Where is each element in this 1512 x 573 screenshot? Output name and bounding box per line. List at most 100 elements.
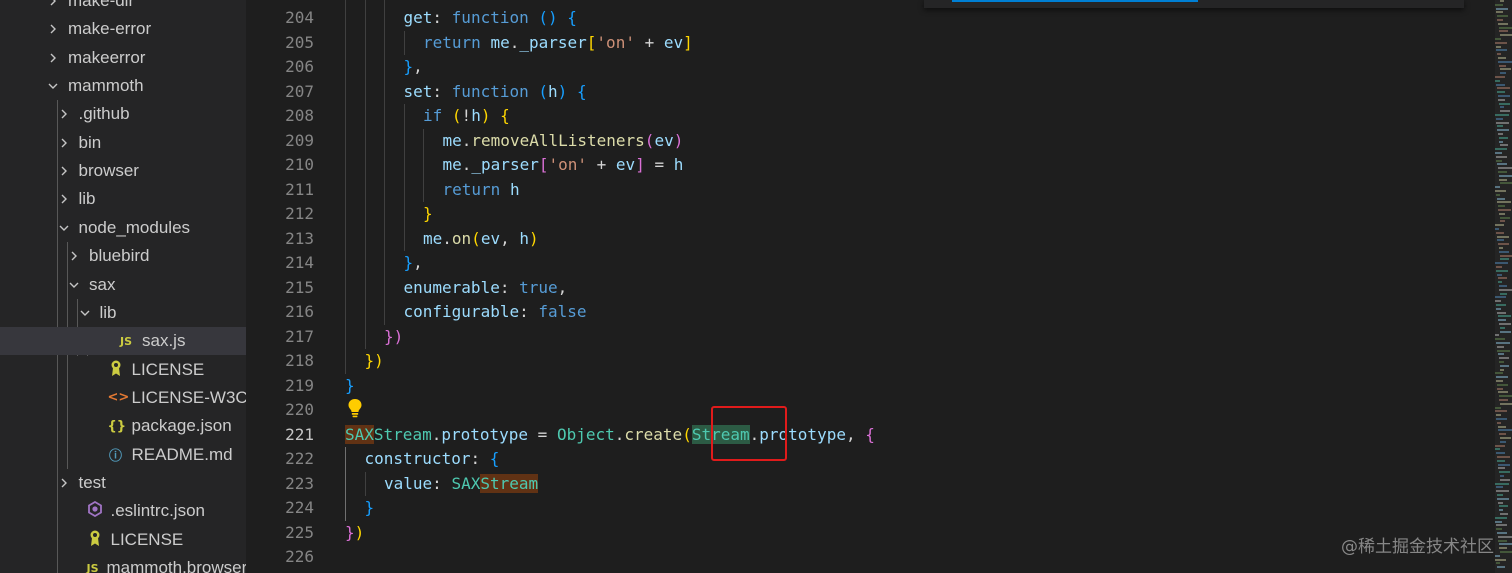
tree-folder-item[interactable]: browser — [0, 157, 246, 185]
chevron-right-icon[interactable] — [48, 0, 58, 6]
code-token: false — [538, 302, 587, 321]
code-token: 'on' — [596, 32, 635, 52]
code-line[interactable]: } — [365, 496, 375, 521]
code-token: [ — [586, 32, 597, 52]
code-token: ) — [673, 130, 684, 150]
chevron-right-icon[interactable] — [69, 251, 79, 261]
chevron-right-icon[interactable] — [59, 166, 69, 176]
line-number: 209 — [285, 130, 314, 150]
tree-folder-item[interactable]: bluebird — [0, 242, 246, 270]
tree-folder-item[interactable]: makeerror — [0, 44, 246, 72]
code-token: h — [673, 155, 684, 174]
code-line[interactable]: enumerable: true, — [404, 276, 568, 301]
tree-item-label: node_modules — [78, 217, 191, 237]
tree-file-item[interactable]: LICENSE — [0, 526, 246, 554]
code-line[interactable]: return me._parser['on' + ev] — [423, 31, 693, 56]
code-token: set — [403, 81, 433, 101]
tree-folder-item[interactable]: .github — [0, 100, 246, 128]
tree-file-item[interactable]: ⓘ README.md — [0, 441, 246, 469]
chevron-down-icon[interactable] — [69, 280, 79, 290]
tree-file-item[interactable]: LICENSE — [0, 356, 246, 384]
lightbulb-icon[interactable] — [347, 398, 363, 418]
tree-item-label: sax — [89, 274, 116, 294]
line-number: 219 — [285, 375, 314, 395]
code-token: : — [499, 277, 520, 297]
code-token: . — [509, 32, 520, 52]
code-token: () — [538, 8, 558, 27]
code-line[interactable]: } — [423, 202, 433, 227]
code-line[interactable]: SAXStream.prototype = Object.create(Stre… — [345, 423, 875, 448]
code-editor[interactable]: get: function () {return me._parser['on'… — [345, 0, 1475, 573]
chevron-down-icon[interactable] — [80, 308, 90, 318]
vertical-scrollbar[interactable] — [1495, 0, 1512, 573]
code-token: ev — [663, 32, 684, 52]
code-token: } — [403, 57, 414, 76]
code-line[interactable]: }) — [345, 521, 364, 546]
tree-folder-item[interactable]: make-dir — [0, 0, 246, 15]
code-token: : — [470, 449, 490, 468]
line-number: 213 — [285, 228, 314, 248]
code-line[interactable]: me.on(ev, h) — [423, 227, 539, 252]
indent-guide — [345, 0, 346, 6]
code-token: configurable — [403, 302, 520, 321]
file-explorer: make-dir make-error makeerror mammoth .githu… — [0, 0, 246, 573]
tree-folder-item[interactable]: lib — [0, 185, 246, 213]
code-line[interactable]: configurable: false — [404, 300, 587, 325]
chevron-right-icon[interactable] — [48, 53, 58, 63]
code-line[interactable]: get: function () { — [404, 6, 577, 31]
code-token: , — [413, 57, 423, 76]
chevron-right-icon[interactable] — [48, 24, 58, 34]
code-line[interactable]: if (!h) { — [423, 104, 510, 129]
code-token: } — [423, 204, 433, 223]
tree-item-label: test — [78, 472, 106, 492]
code-token: } — [345, 522, 355, 542]
code-token: { — [567, 8, 577, 27]
code-line[interactable]: }) — [365, 349, 384, 374]
code-line[interactable]: return h — [443, 178, 520, 203]
tree-folder-item[interactable]: make-error — [0, 15, 246, 43]
line-number: 211 — [285, 179, 314, 199]
tree-folder-item[interactable]: node_modules — [0, 214, 246, 242]
chevron-right-icon[interactable] — [59, 109, 69, 119]
code-token: _parser — [471, 155, 539, 174]
tree-item-label: browser — [78, 161, 139, 181]
code-line[interactable]: constructor: { — [365, 447, 500, 472]
code-line[interactable]: me._parser['on' + ev] = h — [443, 153, 684, 178]
chevron-down-icon[interactable] — [59, 223, 69, 233]
tree-file-item[interactable]: JS sax.js — [0, 327, 246, 356]
tree-item-label: bin — [78, 132, 102, 152]
tree-file-item[interactable]: .eslintrc.json — [0, 497, 246, 525]
line-number: 218 — [285, 351, 314, 370]
tree-file-item[interactable]: {} package.json — [0, 412, 246, 440]
code-line[interactable]: value: SAXStream — [384, 472, 539, 497]
code-line[interactable]: }) — [384, 325, 403, 350]
code-line[interactable]: set: function (h) { — [404, 80, 587, 105]
code-line[interactable]: }, — [404, 55, 423, 80]
tree-folder-item[interactable]: test — [0, 469, 246, 497]
chevron-down-icon[interactable] — [48, 81, 58, 91]
tree-item-label: make-error — [68, 19, 152, 39]
code-line[interactable]: }, — [404, 251, 423, 276]
code-token: ( — [471, 228, 481, 248]
code-token: h — [548, 81, 558, 101]
code-token: Object — [556, 424, 615, 444]
tree-file-item[interactable]: JS mammoth.browser.js — [0, 554, 247, 573]
tree-folder-item[interactable]: mammoth — [0, 72, 246, 100]
info-icon: ⓘ — [108, 449, 122, 465]
chevron-right-icon[interactable] — [59, 478, 69, 488]
line-number: 207 — [285, 81, 314, 101]
tree-folder-item[interactable]: bin — [0, 129, 246, 157]
chevron-right-icon[interactable] — [59, 194, 69, 204]
code-line[interactable]: } — [345, 374, 355, 399]
tree-file-item[interactable]: <>LICENSE-W3C.html — [0, 384, 247, 412]
code-token: ev — [615, 155, 636, 174]
find-widget[interactable] — [924, 0, 1464, 8]
chevron-right-icon[interactable] — [59, 138, 69, 148]
tree-folder-item[interactable]: sax — [0, 271, 246, 299]
tree-folder-item[interactable]: lib — [0, 299, 246, 327]
code-line[interactable]: me.removeAllListeners(ev) — [443, 129, 684, 154]
